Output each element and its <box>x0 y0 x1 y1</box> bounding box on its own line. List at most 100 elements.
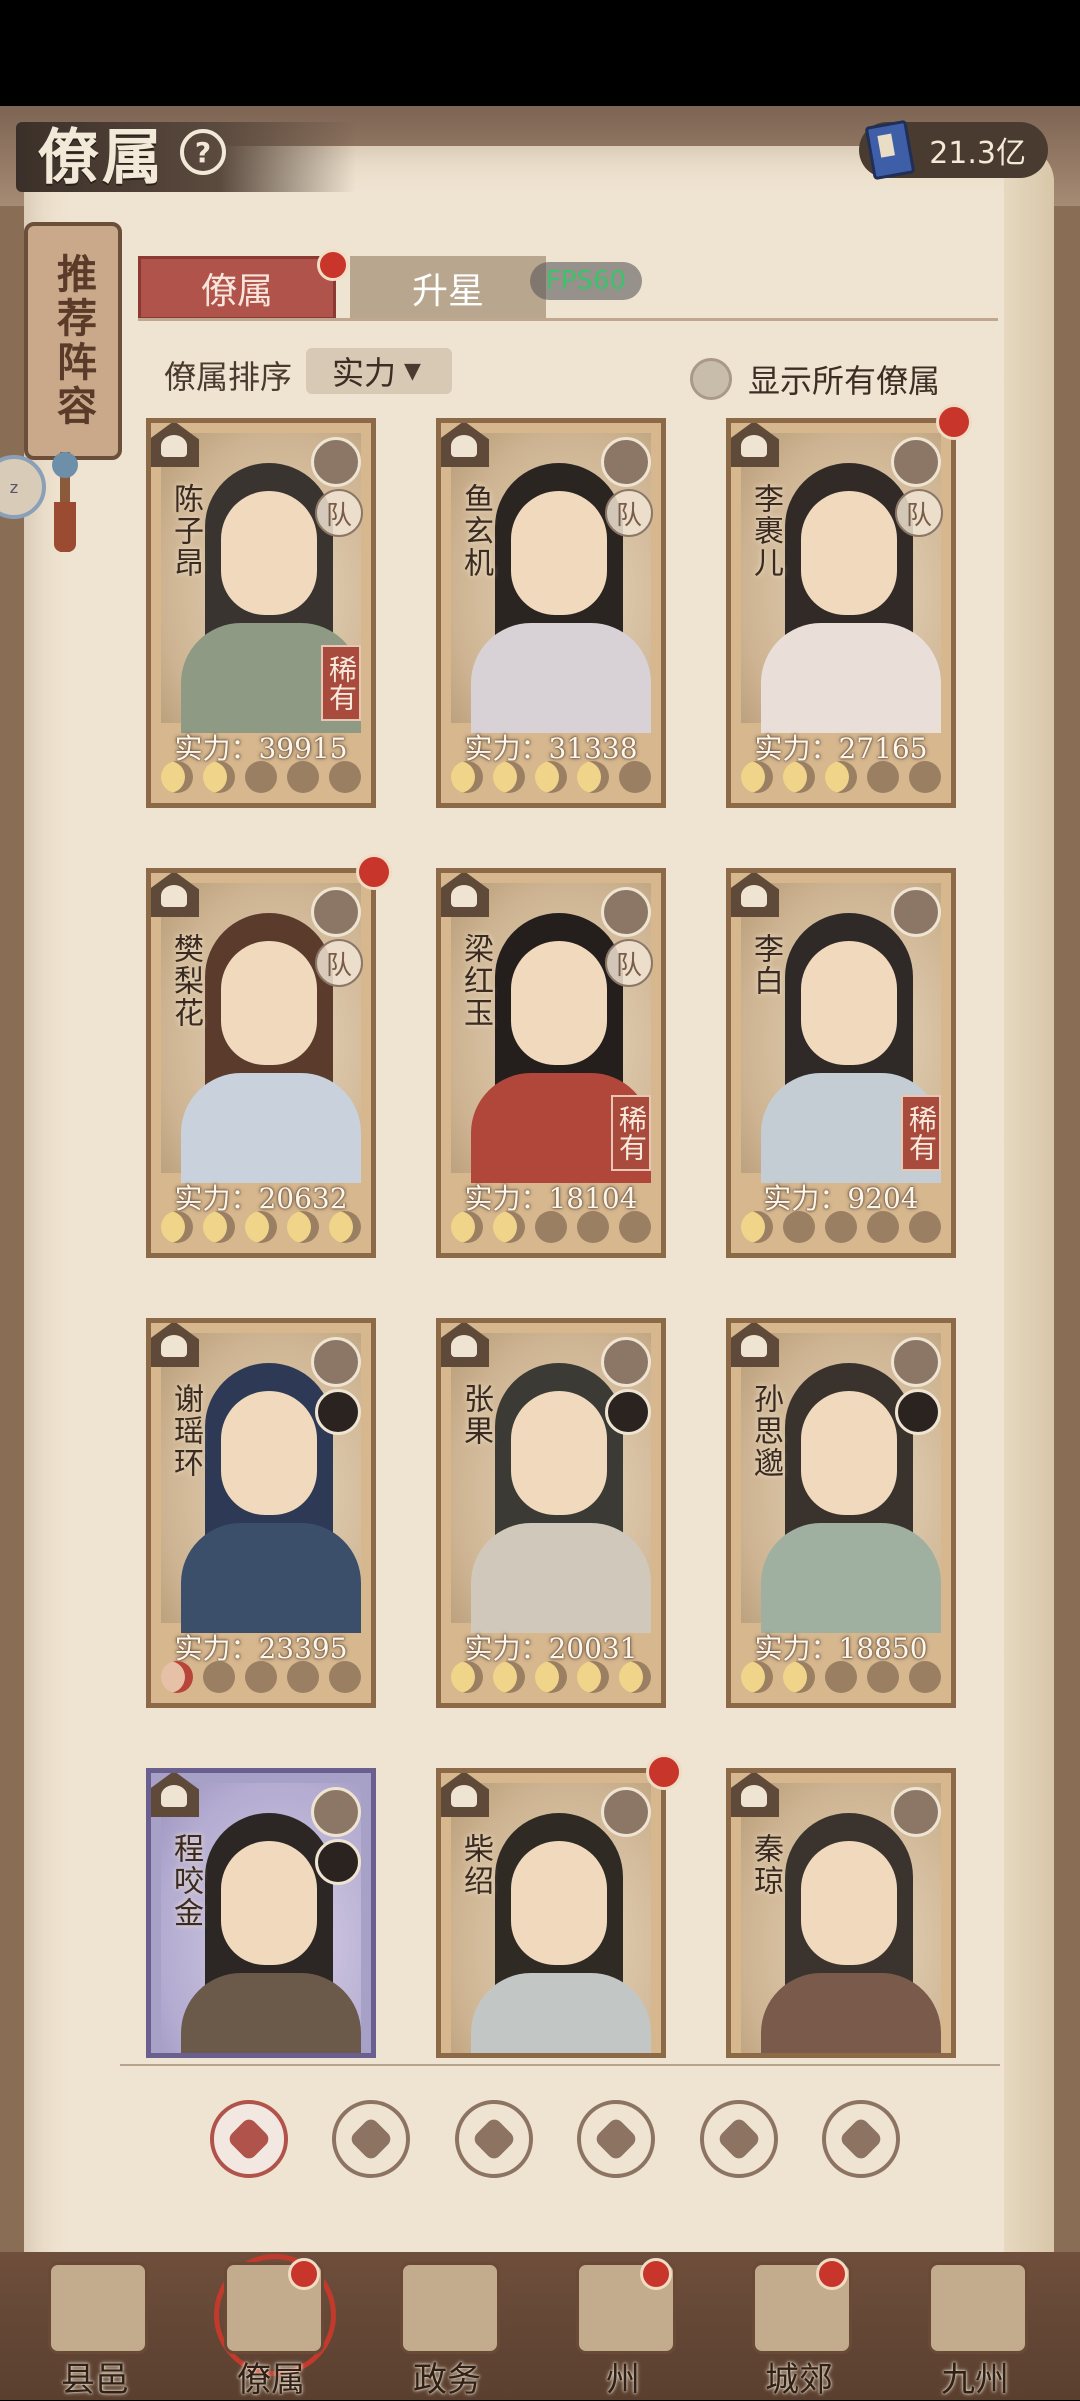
retainer-card[interactable]: 樊梨花队实力：20632 <box>146 868 376 1258</box>
nav-label: 九州 <box>941 2360 1009 2400</box>
retainer-card[interactable]: 梁红玉队稀有 实力：18104 <box>436 868 666 1258</box>
retainer-name: 秦琼 <box>748 1833 783 1897</box>
nav-label: 县邑 <box>61 2360 129 2400</box>
nav-label: 州 <box>606 2360 640 2400</box>
nav-label: 政务 <box>413 2360 481 2400</box>
moon-star-empty-icon <box>909 761 941 793</box>
show-all-toggle[interactable]: 显示所有僚属 <box>690 356 940 402</box>
faction-icon <box>731 423 779 467</box>
nav-item-5[interactable]: 九州 <box>900 2252 1050 2400</box>
retainer-name: 李白 <box>748 933 783 997</box>
radio-button[interactable] <box>690 358 732 400</box>
sort-dropdown[interactable]: 实力 ▼ <box>306 348 452 394</box>
moon-star-empty-icon <box>245 1661 277 1693</box>
team-badge: 队 <box>315 939 363 987</box>
nav-item-0[interactable]: 县邑 <box>20 2252 170 2400</box>
retainer-card[interactable]: 张果 实力：20031 <box>436 1318 666 1708</box>
filter-taoist-button[interactable] <box>454 2100 533 2178</box>
nav-item-1[interactable]: 僚属 <box>196 2252 346 2400</box>
retainer-card[interactable]: 陈子昂队稀有 实力：39915 <box>146 418 376 808</box>
moon-star-empty-icon <box>535 1211 567 1243</box>
retainer-card[interactable]: 柴绍 <box>436 1768 666 2058</box>
filter-divider <box>120 2064 1000 2066</box>
portrait-face <box>511 491 607 615</box>
faction-icon <box>441 873 489 917</box>
faction-icon <box>441 1323 489 1367</box>
faction-glyph <box>451 1785 477 1807</box>
page-title: 僚属 <box>38 122 166 193</box>
moon-star-empty-icon <box>867 1211 899 1243</box>
all-icon <box>226 2116 272 2162</box>
tab-star-up[interactable]: 升星 <box>350 256 546 320</box>
portrait-face <box>801 1391 897 1515</box>
filter-fan-button[interactable] <box>577 2100 656 2178</box>
shield-icon <box>601 887 651 937</box>
moon-star-lit-icon <box>577 761 609 793</box>
faction-glyph <box>741 435 767 457</box>
filter-all-button[interactable] <box>210 2100 288 2178</box>
retainer-card[interactable]: 秦琼 <box>726 1768 956 2058</box>
help-icon[interactable]: ? <box>180 129 226 175</box>
yin-yang-icon <box>601 1337 651 1387</box>
moon-star-lit-icon <box>741 1661 773 1693</box>
moon-star-lit-icon <box>451 761 483 793</box>
notification-dot <box>356 854 392 890</box>
notification-dot <box>816 2258 848 2290</box>
filter-lion-button[interactable] <box>699 2100 778 2178</box>
retainer-card[interactable]: 孙思邈 实力：18850 <box>726 1318 956 1708</box>
rarity-badge: 稀有 <box>611 1095 651 1171</box>
rarity-badge: 稀有 <box>321 645 361 721</box>
tab-divider <box>138 318 998 321</box>
portrait-robe <box>471 1523 651 1633</box>
nav-item-3[interactable]: 州 <box>548 2252 698 2400</box>
moon-star-lit-icon <box>577 1661 609 1693</box>
scroll-icon <box>311 437 361 487</box>
retainer-card[interactable]: 李白 稀有 实力：9204 <box>726 868 956 1258</box>
book-currency-icon <box>864 119 916 181</box>
team-badge: 队 <box>895 489 943 537</box>
recommended-lineup-scroll[interactable]: 推荐阵容 <box>24 222 122 460</box>
faction-glyph <box>161 885 187 907</box>
currency-display[interactable]: 21.3亿 <box>859 119 1048 181</box>
portrait-face <box>511 941 607 1065</box>
moon-star-empty-icon <box>245 761 277 793</box>
tab-retainers[interactable]: 僚属 <box>138 249 349 320</box>
portrait-robe <box>471 1973 651 2053</box>
moon-star-lit-icon <box>493 1661 525 1693</box>
moon-star-lit-icon <box>161 1661 193 1693</box>
moon-star-lit-icon <box>783 1661 815 1693</box>
scholar-icon <box>348 2116 395 2162</box>
moon-star-lit-icon <box>825 761 857 793</box>
moon-star-lit-icon <box>493 761 525 793</box>
moon-star-lit-icon <box>451 1211 483 1243</box>
nav-label: 城郊 <box>765 2360 833 2400</box>
filter-leaf-button[interactable] <box>821 2100 900 2178</box>
retainer-name: 张果 <box>458 1383 493 1447</box>
portrait-robe <box>761 1973 941 2053</box>
portrait-robe <box>181 1073 361 1183</box>
tab-star-up-label: 升星 <box>411 271 484 312</box>
shield-icon <box>311 1787 361 1837</box>
portrait-robe <box>181 1973 361 2053</box>
nav-item-2[interactable]: 政务 <box>372 2252 522 2400</box>
retainer-name: 谢瑶环 <box>168 1383 203 1479</box>
moon-star-empty-icon <box>329 1661 361 1693</box>
faction-icon <box>731 1323 779 1367</box>
moon-star-empty-icon <box>329 761 361 793</box>
retainer-card[interactable]: 谢瑶环 实力：23395 <box>146 1318 376 1708</box>
moon-star-lit-icon <box>161 761 193 793</box>
yin-yang-icon <box>891 437 941 487</box>
moon-star-empty-icon <box>909 1661 941 1693</box>
recommended-lineup-label: 推荐阵容 <box>50 253 97 429</box>
retainer-card[interactable]: 李裹儿队实力：27165 <box>726 418 956 808</box>
retainer-card[interactable]: 程咬金 <box>146 1768 376 2058</box>
dropdown-arrow-icon: ▼ <box>404 358 421 384</box>
nav-item-4[interactable]: 城郊 <box>724 2252 874 2400</box>
fps-counter: FPS60 <box>530 262 642 300</box>
retainer-card[interactable]: 鱼玄机队实力：31338 <box>436 418 666 808</box>
book-page-edge <box>1004 146 1054 2296</box>
faction-glyph <box>741 1335 767 1357</box>
filter-scholar-button[interactable] <box>332 2100 411 2178</box>
scroll-icon <box>891 1787 941 1837</box>
faction-icon <box>731 1773 779 1817</box>
